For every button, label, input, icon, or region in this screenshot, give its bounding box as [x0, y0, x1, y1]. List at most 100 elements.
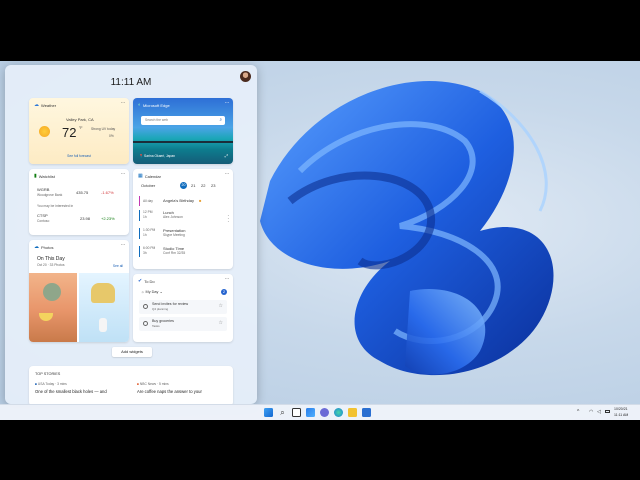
more-icon[interactable]: ··· [121, 171, 126, 177]
taskbar-time[interactable]: 11:11 AM [614, 413, 628, 417]
gift-icon: ■ [199, 198, 202, 203]
edge-caption: 📍 Sarina Okaeri, Japan [139, 154, 176, 158]
todo-title: To Do [144, 278, 155, 284]
sun-icon [39, 126, 50, 137]
event-duration: 1h [143, 215, 147, 219]
start-icon[interactable] [264, 408, 273, 417]
day[interactable]: 22 [201, 183, 205, 188]
task-view-icon[interactable] [292, 408, 301, 417]
top-stories-title: TOP STORIES [35, 372, 61, 376]
bridge-shape [133, 141, 233, 143]
calendar-icon: ▦ [138, 173, 143, 179]
todo-task[interactable]: Buy groceries Tasks ☆ [139, 317, 227, 331]
more-icon[interactable]: ··· [121, 100, 126, 106]
event-duration: 3h [143, 251, 147, 255]
plant-shape [43, 283, 61, 301]
star-icon[interactable]: ☆ [219, 303, 223, 309]
stock-row[interactable]: CTSP Contoso 23.98 +2.23% [37, 213, 125, 225]
photos-heading: On This Day [37, 256, 65, 262]
weather-condition: Strong UV today [91, 127, 116, 131]
avatar[interactable] [240, 71, 251, 82]
edge-search-input[interactable]: Search the web ⌕ [141, 116, 225, 125]
todo-task[interactable]: Send invites for review Q4 planning ☆ [139, 300, 227, 314]
event-time: 12 PM [143, 210, 153, 214]
bloom-wallpaper [260, 81, 554, 376]
widgets-icon[interactable] [306, 408, 315, 417]
stock-change: +2.23% [101, 216, 115, 221]
story-item[interactable]: ■ NBC News · 5 mins Are coffee naps the … [137, 382, 231, 402]
checkbox[interactable] [143, 321, 148, 326]
store-icon[interactable] [362, 408, 371, 417]
search-icon: ⌕ [219, 117, 222, 122]
watchlist-card[interactable]: ▮ Watchlist ··· WGRB Woodgrove Bank 435.7… [29, 169, 129, 235]
see-all-link[interactable]: See all [113, 264, 123, 268]
stock-name: Woodgrove Bank [37, 193, 63, 197]
weather-temp: 72 [62, 125, 77, 140]
widgets-panel: 11:11 AM ☁ Weather ··· Valley Park, CA 72… [5, 65, 257, 404]
show-hidden-icons[interactable]: ^ [577, 409, 579, 415]
stock-name: Contoso [37, 219, 50, 223]
more-icon[interactable]: ··· [225, 171, 230, 177]
chat-icon[interactable] [320, 408, 329, 417]
calendar-card[interactable]: ▦ Calendar ··· October 20 21 22 23 All da… [133, 169, 233, 269]
checkbox[interactable] [143, 304, 148, 309]
event-sub: Conf Rm 32/35 [163, 251, 186, 255]
stock-symbol: CTSP [37, 213, 48, 218]
stock-price: 435.75 [76, 190, 89, 195]
taskbar-date[interactable]: 10/20/21 [614, 407, 628, 411]
top-stories-card[interactable]: TOP STORIES ■ USA Today · 3 mins One of … [29, 366, 233, 404]
todo-add-button[interactable]: 2 [221, 289, 227, 295]
task-title: Buy groceries [152, 319, 174, 323]
interest-note: You may be interested in [37, 204, 74, 208]
taskbar: ⌕ ^ ◠ ◁ 10/20/21 11:11 AM [0, 404, 640, 420]
bowl-shape [39, 313, 53, 321]
story-source: ■ USA Today · 3 mins [35, 382, 67, 386]
wifi-icon[interactable]: ◠ [589, 409, 593, 415]
story-headline: One of the smallest black holes — and [35, 389, 107, 394]
event-color-bar [139, 210, 140, 221]
calendar-event[interactable]: 12 PM 1h Lunch Alex Johnson [139, 210, 227, 221]
event-color-bar [139, 228, 140, 239]
event-time: All day [143, 199, 153, 203]
volume-icon[interactable]: ◁ [597, 409, 601, 415]
weather-card[interactable]: ☁ Weather ··· Valley Park, CA 72 °F Stron… [29, 98, 129, 164]
calendar-event[interactable]: All day Angela's Birthday ■ [139, 196, 227, 206]
stock-row[interactable]: WGRB Woodgrove Bank 435.75 -1.67% [37, 187, 125, 199]
chart-icon: ▮ [34, 173, 37, 179]
event-time: 1:30 PM [143, 228, 156, 232]
more-icon[interactable]: ··· [121, 242, 126, 248]
photos-icon: ☁ [34, 244, 39, 250]
calendar-event[interactable]: 1:30 PM 1h Presentation Skype Meeting [139, 228, 227, 239]
search-icon[interactable]: ⌕ [278, 408, 287, 417]
calendar-event[interactable]: 6:00 PM 3h Studio Time Conf Rm 32/35 [139, 246, 227, 257]
weather-precip: 0% [109, 134, 114, 138]
expand-icon[interactable]: ⤢ [225, 153, 228, 158]
see-forecast-link[interactable]: See full forecast [29, 154, 129, 158]
day[interactable]: 23 [211, 183, 215, 188]
vase-shape [99, 318, 107, 332]
scroll-dots[interactable]: · · · [227, 214, 229, 225]
day-selected[interactable]: 20 [180, 182, 187, 189]
star-icon[interactable]: ☆ [219, 320, 223, 326]
add-widgets-button[interactable]: Add widgets [112, 347, 152, 357]
photo-thumbnail[interactable] [29, 273, 77, 342]
edge-card[interactable]: ◐ Microsoft Edge ··· Search the web ⌕ 📍 S… [133, 98, 233, 164]
photo-thumbnail[interactable] [79, 273, 129, 342]
edge-icon[interactable] [334, 408, 343, 417]
todo-list-select[interactable]: ☼ My Day ⌄ [141, 289, 163, 294]
battery-icon[interactable] [605, 410, 610, 413]
more-icon[interactable]: ··· [225, 100, 230, 106]
watchlist-title: Watchlist [38, 173, 55, 179]
weather-icon: ☁ [34, 102, 39, 108]
story-item[interactable]: ■ USA Today · 3 mins One of the smallest… [35, 382, 131, 402]
photos-card[interactable]: ☁ Photos ··· On This Day Oct 20 · 33 Phot… [29, 240, 129, 342]
file-explorer-icon[interactable] [348, 408, 357, 417]
more-icon[interactable]: ··· [225, 276, 230, 282]
event-sub: Skype Meeting [163, 233, 185, 237]
photos-date: Oct 20 · 33 Photos [37, 263, 65, 267]
chair-shape [91, 283, 115, 303]
chevron-down-icon: ⌄ [159, 290, 163, 294]
stock-symbol: WGRB [37, 187, 50, 192]
todo-card[interactable]: ✔ To Do ··· ☼ My Day ⌄ 2 Send invites for… [133, 274, 233, 342]
day[interactable]: 21 [191, 183, 195, 188]
